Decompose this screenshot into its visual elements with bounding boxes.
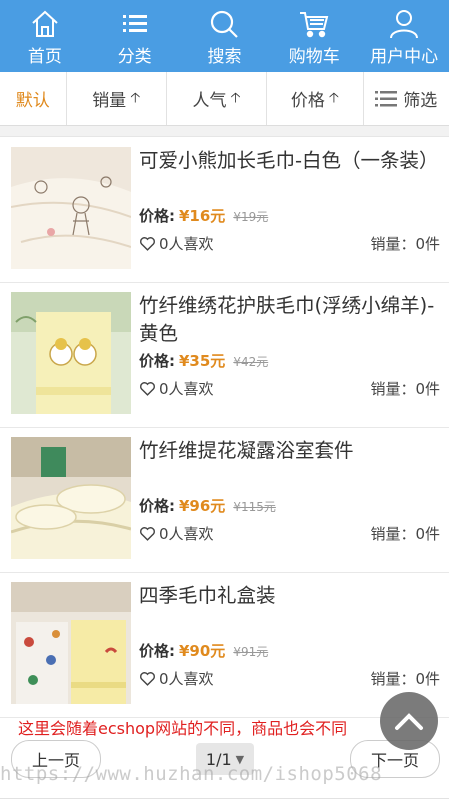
product-name[interactable]: 竹纤维绣花护肤毛巾(浮绣小绵羊)-黄色 [139,292,439,348]
search-icon [211,10,239,38]
original-price: ¥19元 [233,210,269,224]
price-label: 价格: [139,642,175,660]
product-image[interactable] [11,437,131,559]
likes[interactable]: 0人喜欢 [139,523,214,544]
nav-cart[interactable]: 购物车 [269,0,359,72]
product-name[interactable]: 竹纤维提花凝露浴室套件 [139,437,439,465]
original-price: ¥115元 [233,500,276,514]
sort-price-label: 价格 [290,91,325,111]
sort-default[interactable]: 默认 [0,72,67,125]
product-item[interactable]: 竹纤维提花凝露浴室套件 价格: ¥96元 ¥115元 0人喜欢 销量：0件 [0,427,449,573]
filter-label: 筛选 [403,91,438,111]
heart-icon [140,527,155,541]
home-icon [32,10,58,37]
likes[interactable]: 0人喜欢 [139,668,214,689]
sales-count: 销量：0件 [370,670,440,688]
chevron-up-icon [395,713,423,730]
scroll-top-button[interactable] [380,692,438,750]
current-price: ¥16元 [179,207,226,225]
sort-sales[interactable]: 销量 🡡 [67,72,167,125]
price-row: 价格: ¥90元 ¥91元 [139,640,268,661]
likes-count: 0人喜欢 [159,380,214,398]
nav-home[interactable]: 首页 [0,0,90,72]
sort-price[interactable]: 价格 🡡 [267,72,364,125]
filter-button[interactable]: 筛选 [364,72,449,125]
arrow-up-icon: 🡡 [130,89,141,106]
sales-count: 销量：0件 [370,380,440,398]
price-row: 价格: ¥35元 ¥42元 [139,350,268,371]
current-price: ¥35元 [179,352,226,370]
sales-count: 销量：0件 [370,525,440,543]
top-navigation: 首页 分类 搜索 购物车 用户中心 [0,0,449,72]
product-item[interactable]: 可爱小熊加长毛巾-白色（一条装） 价格: ¥16元 ¥19元 0人喜欢 销量：0件 [0,137,449,283]
sort-default-label: 默认 [15,91,50,111]
arrow-up-icon: 🡡 [328,89,339,106]
price-row: 价格: ¥96元 ¥115元 [139,495,276,516]
product-item[interactable]: 四季毛巾礼盒装 价格: ¥90元 ¥91元 0人喜欢 销量：0件 [0,572,449,718]
product-image[interactable] [11,147,131,269]
heart-icon [140,382,155,396]
product-name[interactable]: 可爱小熊加长毛巾-白色（一条装） [139,147,439,175]
price-label: 价格: [139,207,175,225]
likes[interactable]: 0人喜欢 [139,378,214,399]
filter-list-icon [375,90,398,106]
sales-count: 销量：0件 [370,235,440,253]
original-price: ¥42元 [233,355,269,369]
likes-count: 0人喜欢 [159,525,214,543]
sort-popularity[interactable]: 人气 🡡 [167,72,268,125]
watermark-text: https://www.huzhan.com/ishop5068 [0,763,383,785]
heart-icon [140,672,155,686]
arrow-up-icon: 🡡 [230,89,241,106]
nav-user-center[interactable]: 用户中心 [359,0,449,72]
nav-search[interactable]: 搜索 [180,0,270,72]
product-item[interactable]: 竹纤维绣花护肤毛巾(浮绣小绵羊)-黄色 价格: ¥35元 ¥42元 0人喜欢 销量：… [0,282,449,428]
divider [0,126,449,137]
likes-count: 0人喜欢 [159,670,214,688]
product-image[interactable] [11,292,131,414]
likes-count: 0人喜欢 [159,235,214,253]
nav-home-label: 首页 [27,47,62,67]
current-price: ¥90元 [179,642,226,660]
product-image[interactable] [11,582,131,704]
heart-icon [140,237,155,251]
price-label: 价格: [139,352,175,370]
price-label: 价格: [139,497,175,515]
nav-search-label: 搜索 [207,47,242,67]
nav-category-label: 分类 [117,47,152,67]
notice-text: 这里会随着ecshop网站的不同，商品也会不同 [18,719,348,738]
sort-popularity-label: 人气 [192,91,227,111]
cart-icon [300,12,329,38]
sort-bar: 默认 销量 🡡 人气 🡡 价格 🡡 筛选 [0,72,449,126]
price-row: 价格: ¥16元 ¥19元 [139,205,268,226]
sort-sales-label: 销量 [92,91,127,111]
original-price: ¥91元 [233,645,269,659]
nav-category[interactable]: 分类 [90,0,180,72]
nav-cart-label: 购物车 [288,47,340,67]
list-icon [122,15,147,32]
likes[interactable]: 0人喜欢 [139,233,214,254]
current-price: ¥96元 [179,497,226,515]
nav-user-center-label: 用户中心 [370,47,439,67]
user-icon [390,10,419,39]
product-name[interactable]: 四季毛巾礼盒装 [139,582,439,610]
divider [0,798,449,799]
